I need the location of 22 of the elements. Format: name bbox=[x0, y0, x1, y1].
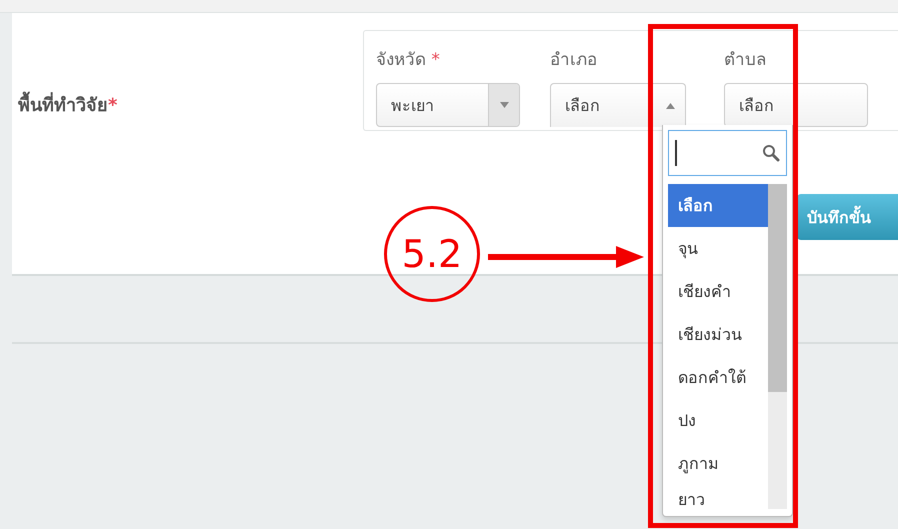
field-label: พื้นที่ทำวิจัย* bbox=[12, 90, 363, 148]
dropdown-option[interactable]: ยาว bbox=[668, 485, 768, 509]
select-field[interactable]: เลือก bbox=[550, 83, 686, 127]
dropdown-option[interactable]: เชียงคำ bbox=[668, 270, 768, 313]
dropdown-option[interactable]: เชียงม่วน bbox=[668, 313, 768, 356]
select-label: อำเภอ bbox=[550, 49, 598, 72]
step-label: 5.2 bbox=[384, 206, 480, 302]
select-field[interactable]: พะเยา bbox=[376, 83, 520, 127]
select-field[interactable]: เลือก bbox=[724, 83, 868, 127]
dropdown-option[interactable]: ปง bbox=[668, 399, 768, 442]
caret-icon bbox=[500, 102, 508, 108]
search-icon bbox=[762, 144, 780, 162]
search-field[interactable] bbox=[668, 130, 787, 176]
select-label: ตำบล bbox=[724, 49, 767, 72]
select-label: จังหวัด * bbox=[376, 49, 441, 72]
text-cursor bbox=[675, 140, 677, 166]
caret-icon bbox=[666, 102, 674, 108]
dropdown-option[interactable]: จุน bbox=[668, 227, 768, 270]
scrollbar[interactable] bbox=[768, 184, 787, 509]
dropdown-option[interactable]: ภูกาม bbox=[668, 442, 768, 485]
dropdown-option[interactable]: ดอกคำใต้ bbox=[668, 356, 768, 399]
dropdown-option[interactable]: เลือก bbox=[668, 184, 768, 227]
